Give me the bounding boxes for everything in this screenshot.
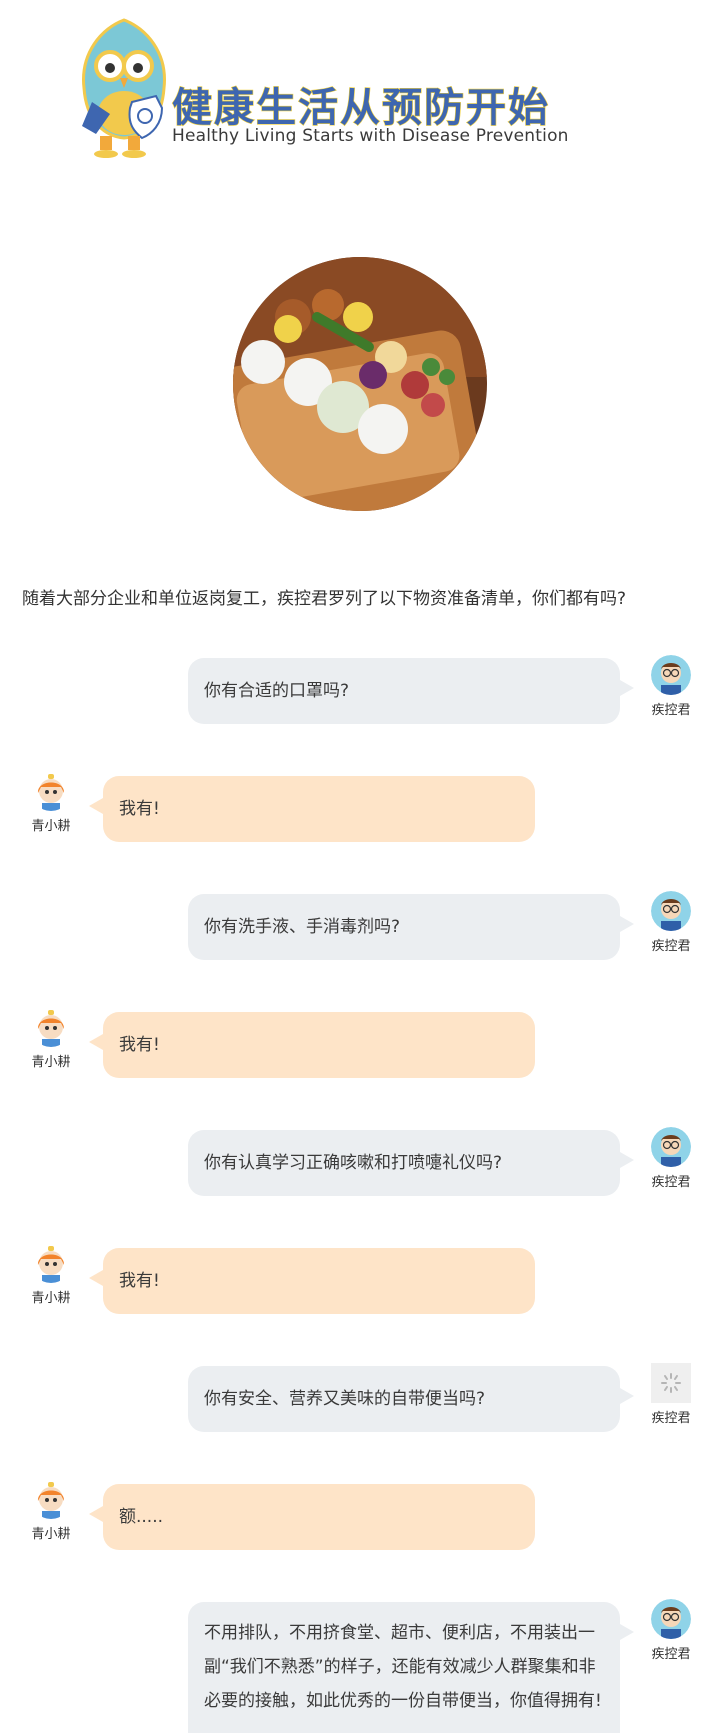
- banner-subtitle: Healthy Living Starts with Disease Preve…: [172, 126, 569, 146]
- bubble-tail: [89, 798, 103, 814]
- bubble-tail: [89, 1506, 103, 1522]
- banner-title: 健康生活从预防开始: [171, 84, 550, 131]
- user-message-bubble: 我有!: [103, 1248, 535, 1314]
- user-avatar: [31, 1007, 71, 1047]
- owl-mascot-icon: [82, 18, 166, 158]
- bubble-tail: [620, 1152, 634, 1168]
- cdc-message-bubble: 你有洗手液、手消毒剂吗?: [188, 894, 620, 960]
- user-name: 青小耕: [31, 819, 71, 834]
- cdc-avatar: [651, 655, 691, 695]
- cdc-name: 疾控君: [651, 1175, 691, 1190]
- user-avatar: [31, 1479, 71, 1519]
- user-avatar: [31, 771, 71, 811]
- cdc-name: 疾控君: [651, 1411, 691, 1426]
- cdc-message-bubble: 不用排队，不用挤食堂、超市、便利店，不用装出一副“我们不熟悉”的样子，还能有效减…: [188, 1602, 620, 1733]
- bubble-tail: [620, 680, 634, 696]
- cdc-message-bubble: 你有合适的口罩吗?: [188, 658, 620, 724]
- bento-photo: [233, 257, 487, 511]
- user-avatar: [31, 1243, 71, 1283]
- bubble-tail: [89, 1270, 103, 1286]
- user-name: 青小耕: [31, 1527, 71, 1542]
- cdc-avatar: [651, 1127, 691, 1167]
- intro-text: 随着大部分企业和单位返岗复工，疾控君罗列了以下物资准备清单，你们都有吗?: [22, 589, 627, 609]
- cdc-name: 疾控君: [651, 703, 691, 718]
- bubble-tail: [89, 1034, 103, 1050]
- user-message-bubble: 我有!: [103, 776, 535, 842]
- cdc-message-bubble: 你有安全、营养又美味的自带便当吗?: [188, 1366, 620, 1432]
- loading-spinner-icon: [651, 1363, 691, 1403]
- cdc-name: 疾控君: [651, 939, 691, 954]
- header-banner: 健康生活从预防开始 Healthy Living Starts with Dis…: [0, 0, 724, 180]
- cdc-message-bubble: 你有认真学习正确咳嗽和打喷嚏礼仪吗?: [188, 1130, 620, 1196]
- cdc-avatar: [651, 1599, 691, 1639]
- user-message-bubble: 我有!: [103, 1012, 535, 1078]
- bubble-tail: [620, 916, 634, 932]
- bubble-tail: [620, 1388, 634, 1404]
- user-name: 青小耕: [31, 1291, 71, 1306]
- user-message-bubble: 额.....: [103, 1484, 535, 1550]
- user-name: 青小耕: [31, 1055, 71, 1070]
- cdc-avatar: [651, 891, 691, 931]
- bubble-tail: [620, 1624, 634, 1640]
- cdc-name: 疾控君: [651, 1647, 691, 1662]
